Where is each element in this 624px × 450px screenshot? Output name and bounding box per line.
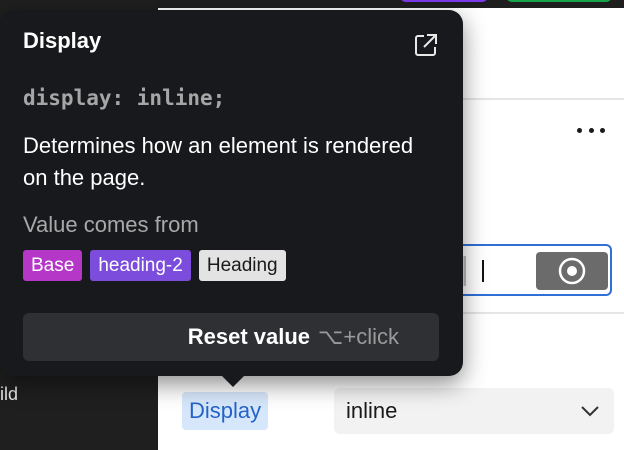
display-property-row: Display inline bbox=[158, 388, 624, 442]
chevron-down-icon bbox=[581, 406, 599, 417]
tooltip-source-tags: Base heading-2 Heading bbox=[23, 250, 286, 281]
display-property-label[interactable]: Display bbox=[182, 392, 269, 430]
more-options-icon[interactable] bbox=[574, 120, 608, 140]
top-toolbar-button-purple[interactable] bbox=[400, 0, 488, 2]
selector-input[interactable] bbox=[448, 244, 612, 296]
reset-value-button[interactable]: Reset value ⌥+click bbox=[23, 313, 439, 361]
tooltip-css-code: display: inline; bbox=[23, 86, 226, 110]
target-icon bbox=[558, 257, 586, 285]
tooltip-arrow bbox=[222, 376, 244, 387]
display-select-value: inline bbox=[346, 398, 398, 423]
tooltip-source-label: Value comes from bbox=[23, 212, 199, 237]
tag-class-heading-2[interactable]: heading-2 bbox=[90, 250, 191, 281]
top-toolbar-button-green[interactable] bbox=[506, 0, 612, 2]
reset-value-label: Reset value bbox=[187, 324, 311, 349]
external-link-icon[interactable] bbox=[413, 32, 439, 58]
tooltip-description: Determines how an element is rendered on… bbox=[23, 133, 414, 190]
text-caret bbox=[482, 260, 484, 282]
display-select[interactable]: inline bbox=[334, 388, 614, 434]
target-button[interactable] bbox=[536, 252, 608, 290]
property-tooltip: Display display: inline; Determines how … bbox=[0, 10, 463, 376]
reset-shortcut-hint: ⌥+click bbox=[318, 324, 399, 349]
sidebar-item-label[interactable]: ild bbox=[0, 384, 18, 405]
tooltip-title: Display bbox=[23, 28, 102, 53]
tag-base[interactable]: Base bbox=[23, 250, 83, 281]
tag-element-heading[interactable]: Heading bbox=[198, 250, 286, 281]
